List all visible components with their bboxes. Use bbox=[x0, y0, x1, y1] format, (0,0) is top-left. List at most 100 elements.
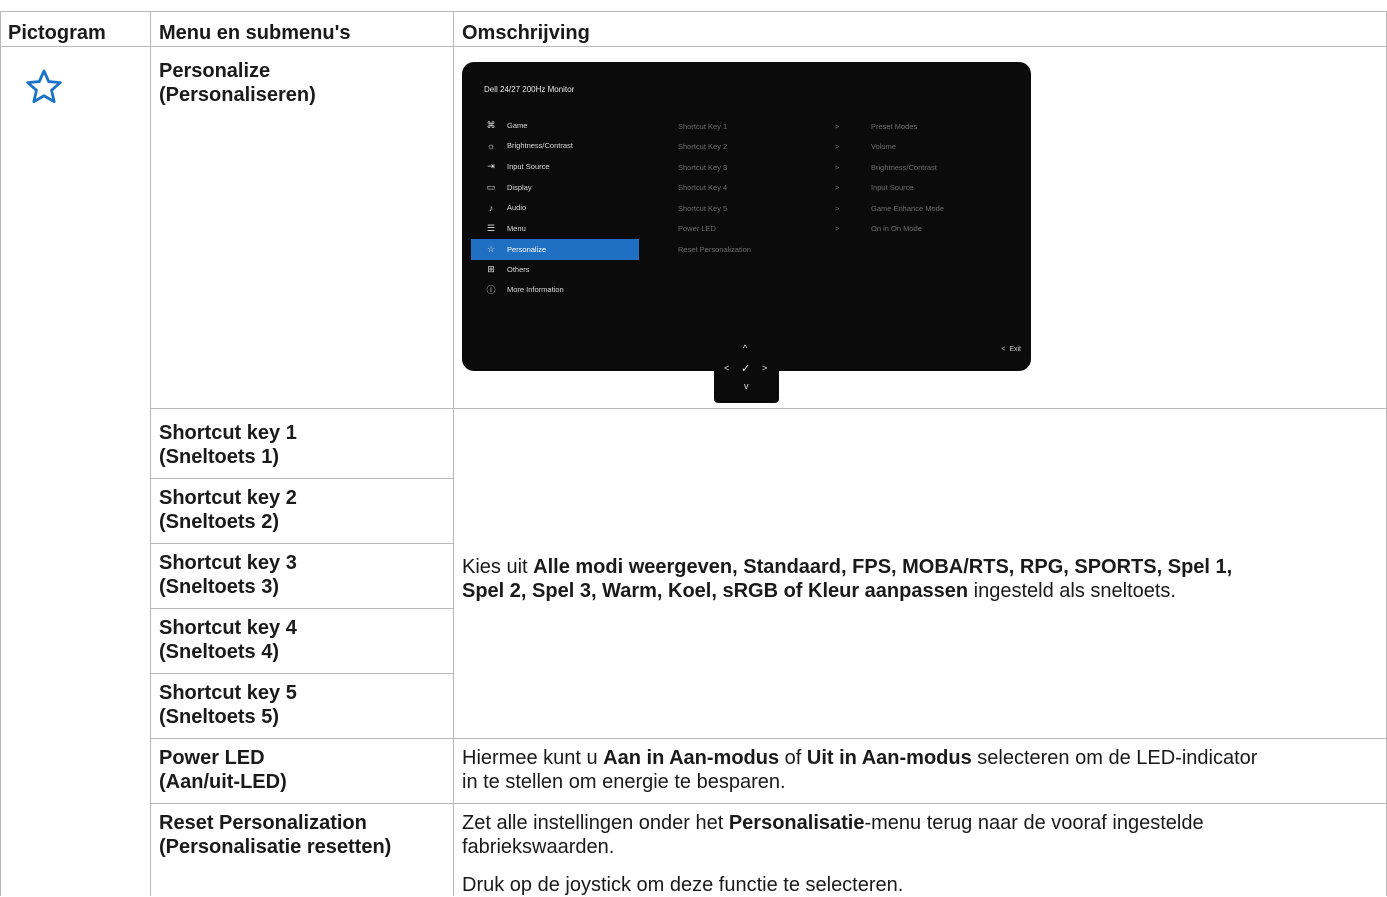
osd-menu-item-brightness[interactable]: ☼ Brightness/Contrast bbox=[471, 135, 639, 156]
osd-submenu-value: Game Enhance Mode bbox=[871, 204, 944, 213]
table-border bbox=[150, 408, 1387, 409]
osd-submenu-label[interactable]: Shortcut Key 5 bbox=[678, 204, 727, 213]
brightness-icon: ☼ bbox=[486, 140, 496, 151]
osd-submenu-label[interactable]: Shortcut Key 2 bbox=[678, 142, 727, 151]
chevron-down-icon[interactable]: v bbox=[744, 381, 749, 391]
osd-submenu-value: On in On Mode bbox=[871, 224, 922, 233]
osd-submenu-arrow: > bbox=[835, 122, 840, 131]
osd-menu-label: Game bbox=[507, 121, 528, 130]
osd-submenu-label[interactable]: Shortcut Key 3 bbox=[678, 163, 727, 172]
row-label-en: Shortcut key 1 bbox=[159, 422, 297, 444]
osd-menu-label: Brightness/Contrast bbox=[507, 141, 573, 150]
others-icon: ⊞ bbox=[487, 264, 495, 274]
osd-exit[interactable]: < Exit bbox=[1001, 346, 1021, 353]
osd-title: Dell 24/27 200Hz Monitor bbox=[484, 85, 575, 94]
osd-submenu-label[interactable]: Shortcut Key 4 bbox=[678, 183, 727, 192]
chevron-up-icon[interactable]: ^ bbox=[743, 343, 747, 353]
osd-exit-label: Exit bbox=[1009, 346, 1021, 353]
osd-menu-item-input-source[interactable]: ⇥ Input Source bbox=[471, 156, 639, 177]
desc-text: of bbox=[779, 747, 807, 769]
row-label-nl: (Aan/uit-LED) bbox=[159, 771, 287, 793]
osd-menu-item-audio[interactable]: ♪ Audio bbox=[471, 197, 639, 218]
osd-menu-item-others[interactable]: ⊞ Others bbox=[471, 259, 639, 280]
table-border bbox=[150, 543, 453, 544]
osd-menu-label: Others bbox=[507, 265, 530, 274]
joystick-navigator[interactable]: ^ < ✓ > v bbox=[714, 337, 779, 403]
row-shortcut4-label: Shortcut key 4 (Sneltoets 4) bbox=[159, 616, 297, 664]
osd-submenu-value: Volume bbox=[871, 142, 897, 151]
osd-submenu-value: Input Source bbox=[871, 183, 914, 192]
table-border bbox=[0, 11, 1387, 12]
row-shortcut5-label: Shortcut key 5 (Sneltoets 5) bbox=[159, 681, 297, 729]
osd-menu-item-menu[interactable]: ☰ Menu bbox=[471, 218, 639, 239]
row-personalize-label: Personalize (Personaliseren) bbox=[159, 59, 316, 107]
row-label-nl: (Personaliseren) bbox=[159, 84, 316, 106]
osd-submenu-arrow: > bbox=[835, 183, 840, 192]
osd-submenu-value: Brightness/Contrast bbox=[871, 163, 937, 172]
osd-submenu-arrow: > bbox=[835, 224, 840, 233]
osd-screenshot: Dell 24/27 200Hz Monitor ⌘ Game ☼ Brightne… bbox=[462, 62, 1031, 371]
osd-submenu-label[interactable]: Shortcut Key 1 bbox=[678, 122, 727, 131]
desc-text: Hiermee kunt u bbox=[462, 747, 604, 769]
row-shortcut2-label: Shortcut key 2 (Sneltoets 2) bbox=[159, 486, 297, 534]
desc-bold: Aan in Aan-modus bbox=[603, 747, 780, 769]
osd-submenu-value: Preset Modes bbox=[871, 122, 918, 131]
speaker-icon: ♪ bbox=[488, 202, 494, 213]
osd-submenu-arrow: > bbox=[835, 163, 840, 172]
table-border bbox=[453, 11, 454, 896]
osd-menu-label: Display bbox=[507, 183, 532, 192]
display-icon: ▭ bbox=[486, 182, 496, 192]
osd-menu-label: Audio bbox=[507, 203, 527, 212]
info-icon: ⓘ bbox=[486, 285, 496, 295]
osd-submenu-label[interactable]: Power LED bbox=[678, 224, 716, 233]
row-label-nl: (Sneltoets 2) bbox=[159, 511, 280, 533]
osd-menu-item-more-information[interactable]: ⓘ More Information bbox=[471, 279, 639, 300]
row-label-en: Power LED bbox=[159, 747, 265, 769]
chevron-right-icon[interactable]: > bbox=[762, 363, 767, 373]
osd-menu-label: Menu bbox=[507, 224, 526, 233]
desc-bold: Alle modi weergeven, Standaard, FPS, MOB… bbox=[533, 556, 1233, 578]
table-border bbox=[150, 478, 453, 479]
osd-submenu-arrow: > bbox=[835, 142, 840, 151]
desc-text: -menu terug naar de vooraf ingestelde bbox=[864, 812, 1204, 834]
reset-description: Zet alle instellingen onder het Personal… bbox=[462, 811, 1382, 897]
star-icon: ☆ bbox=[486, 244, 496, 254]
shortcut-description: Kies uit Alle modi weergeven, Standaard,… bbox=[462, 555, 1377, 603]
osd-menu-label: Input Source bbox=[507, 162, 550, 171]
osd-menu-item-game[interactable]: ⌘ Game bbox=[471, 115, 639, 136]
row-shortcut3-label: Shortcut key 3 (Sneltoets 3) bbox=[159, 551, 297, 599]
osd-menu-item-display[interactable]: ▭ Display bbox=[471, 177, 639, 198]
desc-text: in te stellen om energie te besparen. bbox=[462, 771, 786, 793]
table-border bbox=[150, 738, 1387, 739]
header-pictogram: Pictogram bbox=[8, 22, 106, 44]
chevron-left-icon[interactable]: < bbox=[724, 363, 729, 373]
desc-bold: Personalisatie bbox=[728, 812, 865, 834]
table-border bbox=[150, 608, 453, 609]
table-border bbox=[150, 803, 1387, 804]
gamepad-icon: ⌘ bbox=[486, 120, 496, 130]
desc-text: Kies uit bbox=[462, 556, 534, 578]
table-border bbox=[150, 673, 453, 674]
desc-line: Druk op de joystick om deze functie te s… bbox=[462, 874, 904, 896]
table-border bbox=[150, 11, 151, 896]
osd-menu-label: More Information bbox=[507, 285, 564, 294]
row-label-en: Shortcut key 5 bbox=[159, 682, 297, 704]
osd-submenu-label[interactable]: Reset Personalization bbox=[678, 245, 751, 254]
osd-menu-label: Personalize bbox=[507, 245, 547, 254]
row-label-en: Shortcut key 3 bbox=[159, 552, 297, 574]
table-border bbox=[0, 46, 1387, 47]
row-label-en: Shortcut key 2 bbox=[159, 487, 297, 509]
osd-submenu-arrow: > bbox=[835, 204, 840, 213]
row-shortcut1-label: Shortcut key 1 (Sneltoets 1) bbox=[159, 421, 297, 469]
row-label-nl: (Sneltoets 5) bbox=[159, 706, 280, 728]
osd-menu-item-personalize[interactable]: ☆ Personalize bbox=[471, 239, 639, 260]
row-label-en: Personalize bbox=[159, 60, 271, 82]
header-menu: Menu en submenu's bbox=[159, 22, 351, 44]
desc-text: ingesteld als sneltoets. bbox=[968, 580, 1176, 602]
checkmark-icon[interactable]: ✓ bbox=[741, 362, 750, 375]
row-reset-label: Reset Personalization (Personalisatie re… bbox=[159, 811, 391, 859]
table-border bbox=[0, 11, 1, 896]
row-label-en: Reset Personalization bbox=[159, 812, 367, 834]
input-source-icon: ⇥ bbox=[487, 161, 495, 171]
desc-text: Zet alle instellingen onder het bbox=[462, 812, 729, 834]
